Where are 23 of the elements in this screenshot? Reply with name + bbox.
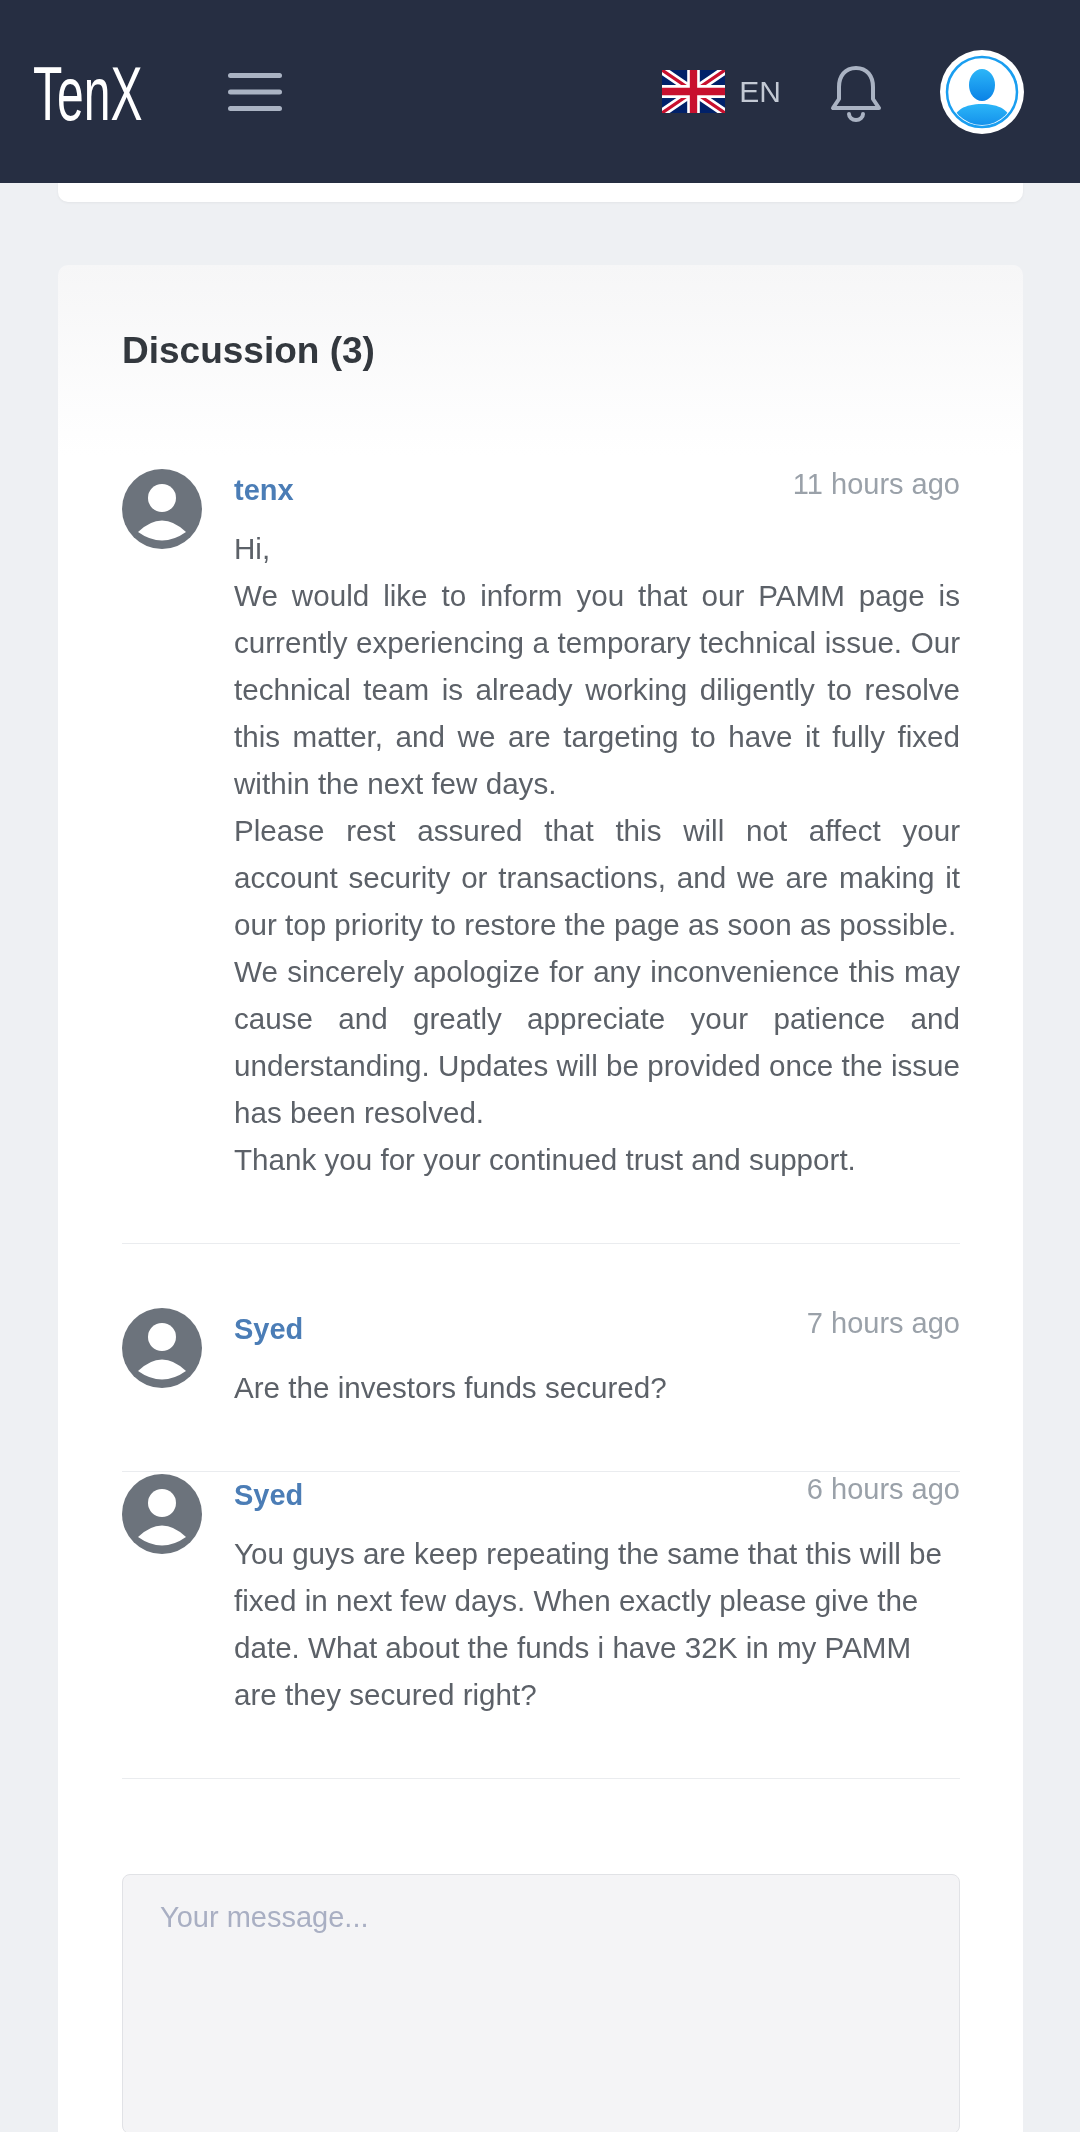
timestamp: 7 hours ago — [806, 1306, 960, 1341]
timestamp: 11 hours ago — [792, 467, 960, 502]
avatar-icon — [122, 469, 202, 549]
brand-logo[interactable]: TenX — [33, 55, 143, 132]
comment-text: Hi, — [234, 531, 272, 567]
comment-text: Are the investors funds secured? — [234, 1370, 668, 1406]
author-name: Syed — [234, 1312, 304, 1347]
author-name: Syed — [234, 1478, 304, 1513]
avatar-icon — [122, 1474, 202, 1554]
comment-text: Thank you for your continued trust and support. — [234, 1142, 857, 1178]
message-field[interactable]: Your message... — [122, 1874, 960, 2132]
flag-icon — [662, 70, 726, 113]
timestamp: 6 hours ago — [806, 1472, 960, 1507]
comment-text: We sincerely apologize for any inconvenience this may cause and greatly appreciate your patience and understanding. Updates will be provided once the issue has been resolved. — [234, 954, 960, 1131]
avatar-icon[interactable] — [940, 49, 1024, 134]
menu-icon[interactable] — [228, 72, 283, 111]
language-selector[interactable]: EN — [662, 70, 781, 113]
comment-text: We would like to inform you that our PAMM page is currently experiencing a temporary technical issue. Our technical team is already working diligently to resolve this matter, and we are targeting to have it fully fixed within the next few days. — [234, 578, 960, 802]
avatar-icon — [122, 1308, 202, 1388]
comment-text: Please rest assured that this will not affect your account security or transactions, and we are making it our top priority to restore the page as soon as possible. — [234, 813, 960, 943]
comment-text: You guys are keep repeating the same that this will be fixed in next few days. When exactly please give the date. What about the funds i have 32K in my PAMM are they secured right? — [234, 1536, 943, 1713]
discussion-title: Discussion (3) — [122, 329, 376, 373]
author-name: tenx — [234, 473, 294, 508]
